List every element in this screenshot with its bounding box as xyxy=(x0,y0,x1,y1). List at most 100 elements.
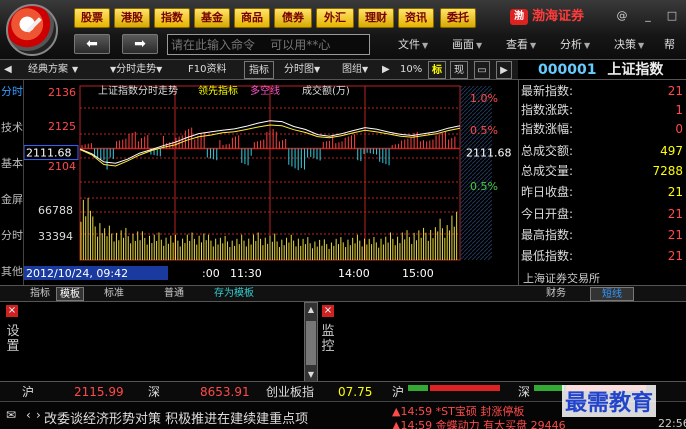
alert-row-2[interactable]: ▲14:59 金蝶动力 有大买盘 29446 xyxy=(392,417,566,429)
index-sh-value[interactable]: 2115.99 xyxy=(74,385,124,399)
info-tab-strip: 财务 短线 xyxy=(518,285,686,301)
info-row-low: 最低指数: 21 xyxy=(521,249,683,263)
settings-panel-label[interactable]: 设置 xyxy=(3,324,23,354)
back-arrow-icon: ⬅ xyxy=(86,36,98,52)
mail-icon[interactable]: ✉ xyxy=(6,408,16,422)
save-as-template-button[interactable]: 存为模板 xyxy=(204,287,264,301)
toolbar-prev-button[interactable]: ◀ xyxy=(4,61,16,79)
y-tick-right-1: 0.5% xyxy=(470,124,498,137)
tab-finance[interactable]: 财务 xyxy=(536,287,576,301)
info-row-volume: 总成交量: 7288 xyxy=(521,164,683,178)
index-gem-value[interactable]: 07.75 xyxy=(338,385,372,399)
market-tab-wealth[interactable]: 理财 xyxy=(358,8,394,28)
stock-header: 000001 上证指数 xyxy=(518,60,686,80)
scroll-thumb[interactable] xyxy=(306,321,316,365)
menu-file[interactable]: 文件 ▼ xyxy=(398,36,428,54)
window-icon[interactable]: ▭ xyxy=(474,61,490,79)
monitor-panel-label[interactable]: 监控 xyxy=(318,324,338,354)
market-tab-bond[interactable]: 债券 xyxy=(274,8,312,28)
left-tab-technical[interactable]: 技术 xyxy=(1,122,23,134)
info-row-latest: 最新指数: 21 xyxy=(521,84,683,98)
chevron-down-icon: ▼ xyxy=(156,65,163,74)
breadth-sz-label: 深 xyxy=(518,385,531,399)
market-tab-hk[interactable]: 港股 xyxy=(114,8,150,28)
info-row-open: 今日开盘: 21 xyxy=(521,207,683,221)
tab-indicator[interactable]: 指标 xyxy=(26,287,54,301)
close-monitor-icon[interactable]: × xyxy=(322,305,334,317)
chevron-down-icon: ▼ xyxy=(72,65,79,74)
intraday-chart[interactable]: 上证指数分时走势 领先指标 多空线 成交额(万) 2136 2125 2111.68 2104… xyxy=(24,80,518,285)
chart-overlay-1: 多空线 xyxy=(250,84,280,97)
chevron-down-icon: ▼ xyxy=(530,41,537,50)
brand-icon: 渤 xyxy=(510,9,528,25)
menu-analysis[interactable]: 分析 ▼ xyxy=(560,36,590,54)
scroll-down-icon[interactable]: ▼ xyxy=(306,369,316,381)
app-logo-icon[interactable] xyxy=(6,4,58,56)
toolbar-intraday-chart[interactable]: 分时图▼ xyxy=(284,61,320,79)
chevron-down-icon: ▼ xyxy=(422,41,429,50)
toolbar-intraday[interactable]: ▼分时走势▼ xyxy=(110,61,162,79)
market-tab-fund[interactable]: 基金 xyxy=(194,8,230,28)
left-tab-golden[interactable]: 金屏 xyxy=(1,194,23,206)
news-headline[interactable]: 改委谈经济形势对策 积极推进在建续建重点项 xyxy=(44,408,308,427)
close-settings-icon[interactable]: × xyxy=(6,305,18,317)
settings-icon[interactable]: @ xyxy=(614,8,630,24)
scroll-up-icon[interactable]: ▲ xyxy=(306,304,316,316)
x-tick-0: 2012/10/24, 09:42 xyxy=(26,267,128,280)
toolbar-indicator[interactable]: 指标 xyxy=(244,61,274,79)
tab-template[interactable]: 模板 xyxy=(56,287,84,301)
market-tab-stocks[interactable]: 股票 xyxy=(74,8,110,28)
chevron-down-icon: ▼ xyxy=(314,65,321,74)
left-tab-intraday[interactable]: 分时 xyxy=(1,86,23,98)
index-sh-label: 沪 xyxy=(22,385,35,399)
command-input[interactable] xyxy=(167,34,370,55)
toolbar-current[interactable]: 现 xyxy=(450,61,468,79)
chevron-down-icon: ▼ xyxy=(638,41,645,50)
toolbar-f10[interactable]: F10资料 xyxy=(188,61,226,79)
menu-view[interactable]: 查看 ▼ xyxy=(506,36,536,54)
scheme-select[interactable]: 经典方案 ▼ xyxy=(28,61,78,79)
toolbar-percent[interactable]: 10% xyxy=(400,61,424,79)
market-tab-news[interactable]: 资讯 xyxy=(398,8,434,28)
maximize-button[interactable]: □ xyxy=(664,8,680,24)
back-button[interactable]: ⬅ xyxy=(74,34,110,54)
left-tab-intraday-2[interactable]: 分时 xyxy=(1,230,23,242)
quote-info-panel: 最新指数: 21 指数涨跌: 1 指数涨幅: 0 总成交额: 497 总成交量: 7288… xyxy=(518,80,686,285)
market-tab-trade[interactable]: 委托 xyxy=(440,8,476,28)
left-tab-fundamental[interactable]: 基本 xyxy=(1,158,23,170)
tab-standard[interactable]: 标准 xyxy=(96,287,132,301)
x-tick-4: 15:00 xyxy=(402,267,434,280)
future-area xyxy=(460,86,492,260)
clock: 22:56 xyxy=(658,417,686,429)
watermark-logo: 最需教育 xyxy=(562,385,657,417)
toolbar-chart-group[interactable]: 图组▼ xyxy=(342,61,368,79)
ticker-prev-icon[interactable]: ‹ xyxy=(26,408,31,422)
toolbar-next-button[interactable]: ▶ xyxy=(382,61,394,79)
menu-decision[interactable]: 决策 ▼ xyxy=(614,36,644,54)
y-tick-right-3: 0.5% xyxy=(470,180,498,193)
tab-short-term[interactable]: 短线 xyxy=(590,287,634,301)
lower-scrollbar[interactable]: ▲ ▼ xyxy=(304,302,318,382)
forward-button[interactable]: ➡ xyxy=(122,34,158,54)
market-tab-index[interactable]: 指数 xyxy=(154,8,190,28)
toolbar-mark[interactable]: 标 xyxy=(428,61,446,79)
title-bar: 股票 港股 指数 基金 商品 债券 外汇 理财 资讯 委托 渤 渤海证券 @ _… xyxy=(0,0,686,60)
info-row-turnover: 总成交额: 497 xyxy=(521,144,683,158)
y-tick-left-2: 2111.68 xyxy=(26,147,72,160)
minimize-button[interactable]: _ xyxy=(640,8,656,24)
brand-name: 渤海证券 xyxy=(532,9,585,24)
lower-panels: × 设置 ▲ ▼ × 监控 xyxy=(0,301,686,382)
market-tab-forex[interactable]: 外汇 xyxy=(316,8,354,28)
tab-normal[interactable]: 普通 xyxy=(156,287,192,301)
panel-toggle-icon[interactable]: ▶ xyxy=(496,61,512,79)
menu-view-screen[interactable]: 画面 ▼ xyxy=(452,36,482,54)
left-tab-other[interactable]: 其他 xyxy=(1,266,23,278)
ticker-next-icon[interactable]: › xyxy=(36,408,41,422)
index-sz-label: 深 xyxy=(148,385,161,399)
breadth-sh-label: 沪 xyxy=(392,385,405,399)
market-tab-commodity[interactable]: 商品 xyxy=(234,8,270,28)
menu-help[interactable]: 帮 xyxy=(664,36,675,54)
chart-toolbar: ◀ 经典方案 ▼ ▼分时走势▼ F10资料 指标 分时图▼ 图组▼ ▶ 10% 标… xyxy=(0,60,518,80)
y-tick-right-2: 2111.68 xyxy=(466,147,512,160)
index-sz-value[interactable]: 8653.91 xyxy=(200,385,250,399)
